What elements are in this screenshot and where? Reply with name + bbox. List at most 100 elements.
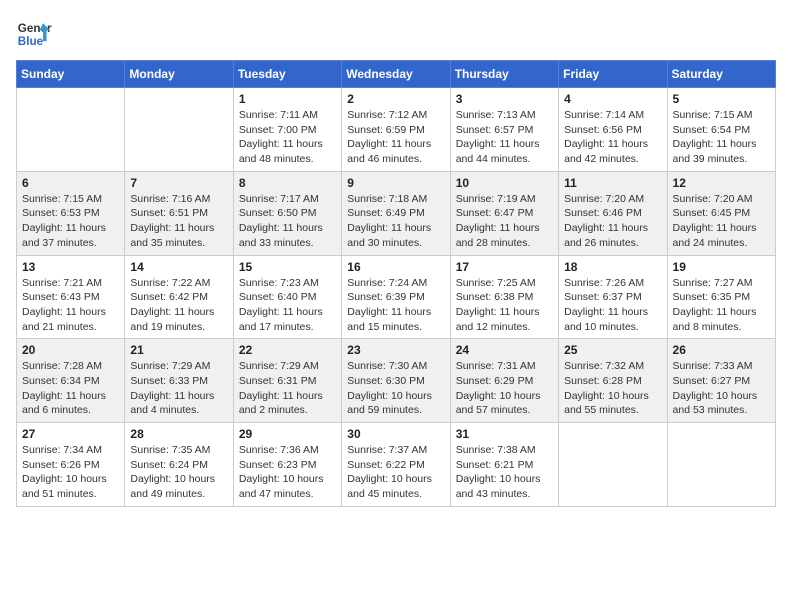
day-number: 3 [456,92,553,106]
calendar-cell: 25Sunrise: 7:32 AMSunset: 6:28 PMDayligh… [559,339,667,423]
weekday-header-sunday: Sunday [17,61,125,88]
sunset-text: Sunset: 6:53 PM [22,206,119,221]
calendar-week-4: 20Sunrise: 7:28 AMSunset: 6:34 PMDayligh… [17,339,776,423]
calendar-cell: 18Sunrise: 7:26 AMSunset: 6:37 PMDayligh… [559,255,667,339]
sunset-text: Sunset: 6:33 PM [130,374,227,389]
day-info: Sunrise: 7:37 AMSunset: 6:22 PMDaylight:… [347,443,444,502]
day-number: 18 [564,260,661,274]
sunset-text: Sunset: 6:50 PM [239,206,336,221]
daylight-text: Daylight: 11 hours and 39 minutes. [673,137,770,166]
svg-text:Blue: Blue [18,35,44,48]
weekday-header-row: SundayMondayTuesdayWednesdayThursdayFrid… [17,61,776,88]
day-number: 25 [564,343,661,357]
day-number: 13 [22,260,119,274]
calendar-cell: 29 Sunrise: 7:36 AMSunset: 6:23 PMDayligh… [233,423,341,507]
calendar-cell: 16Sunrise: 7:24 AMSunset: 6:39 PMDayligh… [342,255,450,339]
sunrise-text: Sunrise: 7:17 AM [239,192,336,207]
sunset-text: Sunset: 6:31 PM [239,374,336,389]
calendar-week-1: 1Sunrise: 7:11 AMSunset: 7:00 PMDaylight… [17,88,776,172]
calendar-cell: 15 Sunrise: 7:23 AMSunset: 6:40 PMDayligh… [233,255,341,339]
day-number: 15 [239,260,336,274]
day-number: 8 [239,176,336,190]
daylight-text: Daylight: 11 hours and 19 minutes. [130,305,227,334]
daylight-text: Daylight: 11 hours and 10 minutes. [564,305,661,334]
sunrise-text: Sunrise: 7:29 AM [130,359,227,374]
sunset-text: Sunset: 6:46 PM [564,206,661,221]
calendar-cell: 2Sunrise: 7:12 AMSunset: 6:59 PMDaylight… [342,88,450,172]
sunrise-text: Sunrise: 7:38 AM [456,443,553,458]
daylight-text: Daylight: 11 hours and 15 minutes. [347,305,444,334]
day-info: Sunrise: 7:31 AMSunset: 6:29 PMDaylight:… [456,359,553,418]
sunset-text: Sunset: 6:34 PM [22,374,119,389]
calendar-table: SundayMondayTuesdayWednesdayThursdayFrid… [16,60,776,507]
sunrise-text: Sunrise: 7:36 AM [239,443,336,458]
day-info: Sunrise: 7:17 AMSunset: 6:50 PMDaylight:… [239,192,336,251]
calendar-cell [667,423,775,507]
day-number: 20 [22,343,119,357]
sunrise-text: Sunrise: 7:20 AM [564,192,661,207]
day-number: 2 [347,92,444,106]
sunrise-text: Sunrise: 7:19 AM [456,192,553,207]
day-info: Sunrise: 7:36 AMSunset: 6:23 PMDaylight:… [239,443,336,502]
day-info: Sunrise: 7:20 AMSunset: 6:45 PMDaylight:… [673,192,770,251]
daylight-text: Daylight: 10 hours and 53 minutes. [673,389,770,418]
calendar-cell: 8 Sunrise: 7:17 AMSunset: 6:50 PMDaylight… [233,171,341,255]
daylight-text: Daylight: 11 hours and 46 minutes. [347,137,444,166]
day-number: 23 [347,343,444,357]
daylight-text: Daylight: 11 hours and 8 minutes. [673,305,770,334]
day-info: Sunrise: 7:33 AMSunset: 6:27 PMDaylight:… [673,359,770,418]
page-header: General Blue [16,16,776,52]
sunset-text: Sunset: 6:40 PM [239,290,336,305]
day-info: Sunrise: 7:38 AMSunset: 6:21 PMDaylight:… [456,443,553,502]
daylight-text: Daylight: 11 hours and 30 minutes. [347,221,444,250]
sunset-text: Sunset: 6:29 PM [456,374,553,389]
day-info: Sunrise: 7:28 AMSunset: 6:34 PMDaylight:… [22,359,119,418]
day-number: 9 [347,176,444,190]
sunrise-text: Sunrise: 7:31 AM [456,359,553,374]
sunset-text: Sunset: 6:57 PM [456,123,553,138]
day-number: 16 [347,260,444,274]
day-info: Sunrise: 7:23 AMSunset: 6:40 PMDaylight:… [239,276,336,335]
sunrise-text: Sunrise: 7:35 AM [130,443,227,458]
day-info: Sunrise: 7:15 AMSunset: 6:53 PMDaylight:… [22,192,119,251]
day-info: Sunrise: 7:13 AMSunset: 6:57 PMDaylight:… [456,108,553,167]
daylight-text: Daylight: 11 hours and 24 minutes. [673,221,770,250]
day-number: 7 [130,176,227,190]
logo-icon: General Blue [16,16,52,52]
daylight-text: Daylight: 10 hours and 59 minutes. [347,389,444,418]
sunset-text: Sunset: 6:27 PM [673,374,770,389]
calendar-cell: 1Sunrise: 7:11 AMSunset: 7:00 PMDaylight… [233,88,341,172]
sunset-text: Sunset: 6:56 PM [564,123,661,138]
day-number: 30 [347,427,444,441]
daylight-text: Daylight: 11 hours and 26 minutes. [564,221,661,250]
weekday-header-saturday: Saturday [667,61,775,88]
day-info: Sunrise: 7:16 AMSunset: 6:51 PMDaylight:… [130,192,227,251]
sunset-text: Sunset: 6:49 PM [347,206,444,221]
day-info: Sunrise: 7:15 AMSunset: 6:54 PMDaylight:… [673,108,770,167]
calendar-week-2: 6Sunrise: 7:15 AMSunset: 6:53 PMDaylight… [17,171,776,255]
day-info: Sunrise: 7:21 AMSunset: 6:43 PMDaylight:… [22,276,119,335]
day-info: Sunrise: 7:29 AMSunset: 6:33 PMDaylight:… [130,359,227,418]
sunset-text: Sunset: 6:38 PM [456,290,553,305]
sunrise-text: Sunrise: 7:22 AM [130,276,227,291]
calendar-cell [125,88,233,172]
calendar-cell: 21Sunrise: 7:29 AMSunset: 6:33 PMDayligh… [125,339,233,423]
sunrise-text: Sunrise: 7:12 AM [347,108,444,123]
calendar-cell: 24Sunrise: 7:31 AMSunset: 6:29 PMDayligh… [450,339,558,423]
calendar-cell: 10Sunrise: 7:19 AMSunset: 6:47 PMDayligh… [450,171,558,255]
daylight-text: Daylight: 11 hours and 21 minutes. [22,305,119,334]
sunset-text: Sunset: 6:43 PM [22,290,119,305]
calendar-week-5: 27Sunrise: 7:34 AMSunset: 6:26 PMDayligh… [17,423,776,507]
sunset-text: Sunset: 6:23 PM [239,458,336,473]
calendar-cell: 28Sunrise: 7:35 AMSunset: 6:24 PMDayligh… [125,423,233,507]
day-number: 29 [239,427,336,441]
day-info: Sunrise: 7:18 AMSunset: 6:49 PMDaylight:… [347,192,444,251]
day-number: 1 [239,92,336,106]
sunrise-text: Sunrise: 7:27 AM [673,276,770,291]
sunrise-text: Sunrise: 7:16 AM [130,192,227,207]
sunrise-text: Sunrise: 7:14 AM [564,108,661,123]
sunrise-text: Sunrise: 7:28 AM [22,359,119,374]
daylight-text: Daylight: 11 hours and 12 minutes. [456,305,553,334]
day-number: 31 [456,427,553,441]
daylight-text: Daylight: 10 hours and 57 minutes. [456,389,553,418]
